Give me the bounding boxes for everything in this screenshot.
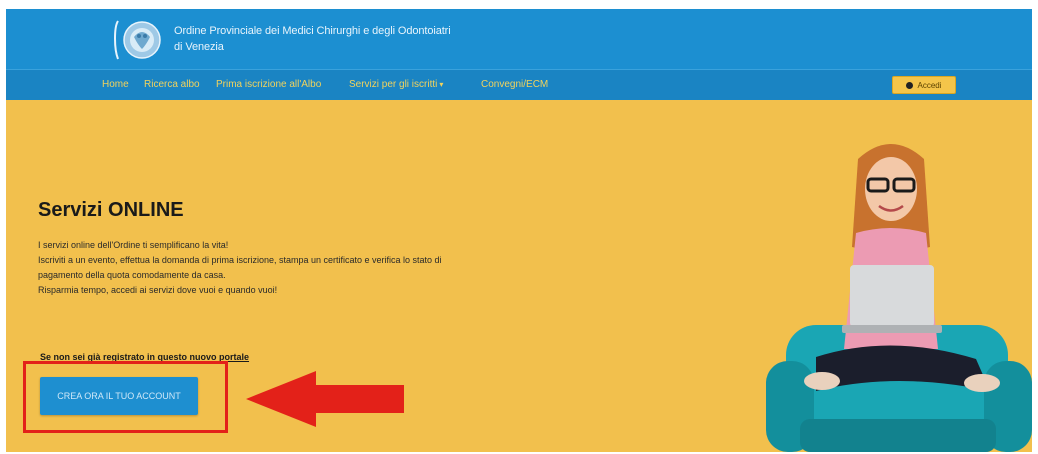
org-name-line2: di Venezia (174, 41, 224, 53)
chevron-down-icon: ▾ (439, 80, 444, 89)
hero-text-line: pagamento della quota comodamente da cas… (38, 270, 226, 280)
nav-home[interactable]: Home (102, 79, 129, 90)
user-icon (906, 82, 914, 89)
nav-prima-iscrizione[interactable]: Prima iscrizione all'Albo (216, 79, 321, 90)
main-navigation: Home Ricerca albo Prima iscrizione all'A… (6, 69, 1032, 100)
armchair-seat (800, 419, 996, 452)
hero-description: I servizi online dell'Ordine ti semplifi… (38, 238, 598, 298)
laptop-base (842, 325, 942, 333)
nav-servizi-iscritti-label: Servizi per gli iscritti (349, 79, 438, 90)
hero-text-line: Iscriviti a un evento, effettua la doman… (38, 255, 442, 265)
foot-right (964, 374, 1000, 392)
lion-of-st-mark-logo[interactable] (110, 15, 168, 65)
org-name-line1: Ordine Provinciale dei Medici Chirurghi … (174, 25, 451, 37)
woman-with-laptop-illustration (766, 144, 1032, 452)
red-arrow-icon (246, 371, 404, 427)
nav-convegni-ecm[interactable]: Convegni/ECM (481, 79, 548, 90)
login-button[interactable]: Accedi (892, 76, 956, 94)
hero-text-line: I servizi online dell'Ordine ti semplifi… (38, 240, 229, 250)
page: Ordine Provinciale dei Medici Chirurghi … (6, 9, 1032, 452)
login-label: Accedi (917, 81, 942, 90)
nav-servizi-iscritti[interactable]: Servizi per gli iscritti ▾ (349, 79, 443, 90)
create-account-button[interactable]: Crea ora il tuo account (40, 377, 198, 415)
laptop-screen (850, 265, 934, 327)
foot-left (804, 372, 840, 390)
site-header: Ordine Provinciale dei Medici Chirurghi … (6, 9, 1032, 69)
hero-title: Servizi ONLINE (38, 199, 184, 221)
nav-ricerca-albo[interactable]: Ricerca albo (144, 79, 200, 90)
organization-name: Ordine Provinciale dei Medici Chirurghi … (174, 23, 451, 55)
hero-text-line: Risparmia tempo, accedi ai servizi dove … (38, 285, 278, 295)
